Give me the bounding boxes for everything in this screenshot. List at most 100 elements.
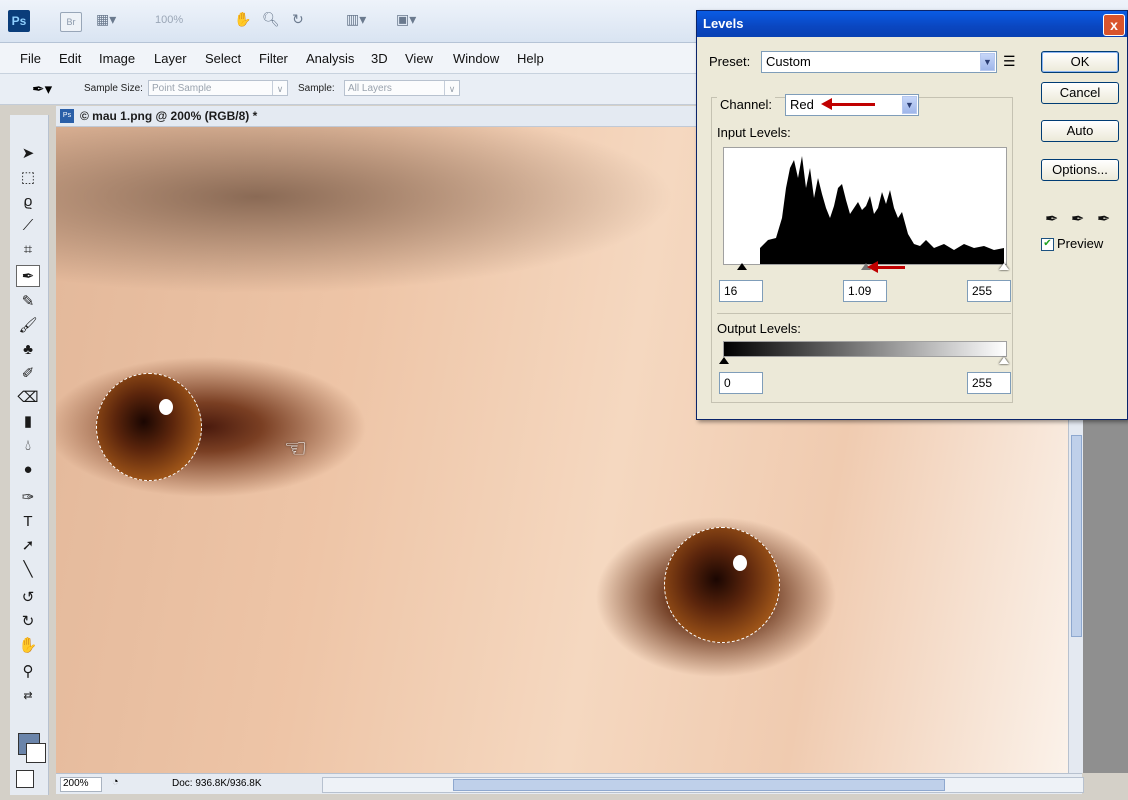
arrange-documents-icon[interactable]: ▥▾ [346,11,366,28]
preset-label: Preset: [709,54,751,69]
chevron-down-icon: ∨ [444,81,459,95]
pen-tool-icon[interactable]: ✑ [16,487,40,509]
input-gamma-field[interactable]: 1.09 [843,280,887,302]
bridge-launch-button[interactable]: Br [60,12,82,32]
quick-mask-button[interactable] [16,770,34,788]
input-white-field[interactable]: 255 [967,280,1011,302]
path-selection-tool-icon[interactable]: ➚ [16,535,40,557]
close-icon[interactable]: x [1103,14,1125,36]
black-point-eyedropper-icon[interactable]: ✒ [1045,209,1058,229]
crop-tool-icon[interactable]: ⌗ [16,239,40,261]
sample-select[interactable]: All Layers ∨ [344,80,460,96]
sample-size-select[interactable]: Point Sample ∨ [148,80,288,96]
input-levels-label: Input Levels: [717,125,791,140]
clone-stamp-tool-icon[interactable]: ♣ [16,339,40,361]
dodge-tool-icon[interactable]: ● [16,459,40,481]
screen-mode-icon[interactable]: ▦▾ [96,11,116,28]
zoom-tool-icon[interactable]: 🔍︎ [262,11,280,28]
output-white-slider[interactable] [999,357,1009,364]
zoom-level-dropdown[interactable]: 100% [155,14,183,26]
sample-label: Sample: [298,83,335,94]
horizontal-scrollbar[interactable] [322,777,1084,793]
cancel-button[interactable]: Cancel [1041,82,1119,104]
menu-image[interactable]: Image [99,51,135,66]
menu-edit[interactable]: Edit [59,51,81,66]
sample-value: All Layers [348,83,392,94]
status-bar: 200% ◔ Doc: 936.8K/936.8K [56,773,1084,794]
horizontal-scroll-thumb[interactable] [453,779,945,791]
divider [717,313,1011,314]
3d-rotate-tool-icon[interactable]: ↺ [16,587,40,609]
menu-analysis[interactable]: Analysis [306,51,354,66]
output-black-slider[interactable] [719,357,729,364]
document-tab[interactable]: Ps © mau 1.png @ 200% (RGB/8) * [56,106,696,127]
brush-tool-icon[interactable]: 🖌︎ [16,315,40,337]
output-black-field[interactable]: 0 [719,372,763,394]
chevron-down-icon: ∨ [272,81,287,95]
annotation-arrow [867,261,905,273]
menu-view[interactable]: View [405,51,433,66]
levels-dialog: Levels x Preset: Custom ▼ ☰ Channel: Red… [696,10,1128,420]
eyedropper-tool-icon[interactable]: ✒ [16,265,40,287]
annotation-arrow [821,98,875,110]
vertical-scrollbar[interactable] [1068,415,1083,773]
preview-label: Preview [1057,236,1104,251]
menu-filter[interactable]: Filter [259,51,288,66]
vertical-scroll-thumb[interactable] [1071,435,1082,637]
input-black-slider[interactable] [737,263,747,270]
dialog-title-bar[interactable]: Levels x [697,11,1127,37]
channel-value: Red [790,97,814,112]
move-tool-icon[interactable]: ➤ [16,143,40,165]
document-title: © mau 1.png @ 200% (RGB/8) * [80,109,258,123]
ok-button[interactable]: OK [1041,51,1119,73]
hand-cursor-icon: ☜ [284,433,308,463]
menu-3d[interactable]: 3D [371,51,388,66]
hand-tool-icon[interactable]: ✋ [16,635,40,657]
preset-select[interactable]: Custom ▼ [761,51,997,73]
white-point-eyedropper-icon[interactable]: ✒ [1097,209,1110,229]
channel-label: Channel: [717,97,776,112]
hand-tool-icon[interactable]: ✋ [234,11,251,28]
photoshop-logo: Ps [8,10,30,32]
status-options-icon[interactable]: ◔ [112,776,119,788]
output-levels-label: Output Levels: [717,321,801,336]
zoom-tool-icon[interactable]: ⚲ [16,661,40,683]
preview-checkbox[interactable]: ✔ [1041,238,1054,251]
gradient-tool-icon[interactable]: ▮ [16,411,40,433]
line-tool-icon[interactable]: ╲ [16,559,40,581]
screen-mode-menu-icon[interactable]: ▣▾ [396,11,416,28]
sample-size-value: Point Sample [152,83,212,94]
document-icon: Ps [60,109,74,123]
output-white-field[interactable]: 255 [967,372,1011,394]
quick-selection-tool-icon[interactable]: ⟋ [16,215,40,237]
preset-options-icon[interactable]: ☰ [1003,53,1016,70]
healing-brush-tool-icon[interactable]: ✎ [16,291,40,313]
gray-point-eyedropper-icon[interactable]: ✒ [1071,209,1084,229]
histogram [723,147,1007,265]
menu-help[interactable]: Help [517,51,544,66]
menu-window[interactable]: Window [453,51,499,66]
menu-layer[interactable]: Layer [154,51,187,66]
menu-select[interactable]: Select [205,51,241,66]
marquee-tool-icon[interactable]: ⬚ [16,167,40,189]
background-color-swatch[interactable] [26,743,46,763]
doc-size-info: Doc: 936.8K/936.8K [172,778,262,789]
input-white-slider[interactable] [999,263,1009,270]
input-black-field[interactable]: 16 [719,280,763,302]
zoom-field[interactable]: 200% [60,777,102,792]
rotate-view-icon[interactable]: ↻ [292,11,304,28]
options-button[interactable]: Options... [1041,159,1119,181]
auto-button[interactable]: Auto [1041,120,1119,142]
swap-colors-icon[interactable]: ⇄ [16,685,40,707]
history-brush-tool-icon[interactable]: ✐ [16,363,40,385]
3d-orbit-tool-icon[interactable]: ↻ [16,611,40,633]
eyedropper-preset-icon[interactable]: ✒▾ [32,80,52,98]
chevron-down-icon: ▼ [980,53,995,71]
toolbox: ➤ ⬚ ϱ ⟋ ⌗ ✒ ✎ 🖌︎ ♣ ✐ ⌫ ▮ 💧︎ ● ✑ T ➚ ╲ ↺ … [10,115,49,795]
type-tool-icon[interactable]: T [16,511,40,533]
dialog-title: Levels [703,16,744,31]
eraser-tool-icon[interactable]: ⌫ [16,387,40,409]
blur-tool-icon[interactable]: 💧︎ [16,435,40,457]
lasso-tool-icon[interactable]: ϱ [16,191,40,213]
menu-file[interactable]: File [20,51,41,66]
